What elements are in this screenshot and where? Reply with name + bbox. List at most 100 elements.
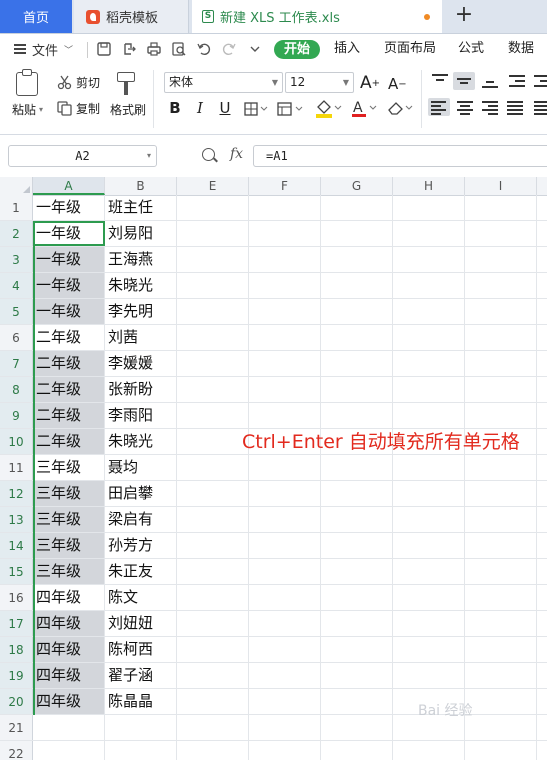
- cell-empty[interactable]: [465, 559, 537, 584]
- row-header[interactable]: 21: [0, 715, 33, 740]
- cell-empty[interactable]: [321, 533, 393, 558]
- cell-a[interactable]: 四年级: [33, 585, 105, 610]
- cell-a[interactable]: 二年级: [33, 429, 105, 454]
- cell-empty[interactable]: [393, 637, 465, 662]
- column-header-i[interactable]: I: [465, 177, 537, 195]
- cell-a[interactable]: 一年级: [33, 273, 105, 298]
- cell-empty[interactable]: [249, 195, 321, 220]
- align-bottom-icon[interactable]: [480, 72, 500, 90]
- cell-empty[interactable]: [177, 481, 249, 506]
- cell-b[interactable]: 孙芳方: [105, 533, 177, 558]
- cell-empty[interactable]: [321, 273, 393, 298]
- cell-empty[interactable]: [393, 351, 465, 376]
- cell-a[interactable]: 三年级: [33, 455, 105, 480]
- cell-empty[interactable]: [249, 455, 321, 480]
- cell-empty[interactable]: [177, 663, 249, 688]
- cell-b[interactable]: 李先明: [105, 299, 177, 324]
- row-header[interactable]: 8: [0, 377, 33, 402]
- cell-empty[interactable]: [321, 637, 393, 662]
- new-tab-button[interactable]: +: [452, 4, 476, 28]
- row-header[interactable]: 18: [0, 637, 33, 662]
- cell-empty[interactable]: [321, 507, 393, 532]
- cell-empty[interactable]: [177, 455, 249, 480]
- cell-a[interactable]: 一年级: [33, 247, 105, 272]
- cell-empty[interactable]: [249, 299, 321, 324]
- print-preview-icon[interactable]: [172, 42, 186, 56]
- cell-a[interactable]: 一年级: [33, 195, 105, 220]
- cell-empty[interactable]: [177, 637, 249, 662]
- cell-empty[interactable]: [177, 533, 249, 558]
- cell-empty[interactable]: [321, 455, 393, 480]
- italic-button[interactable]: I: [190, 98, 210, 118]
- cell-empty[interactable]: [321, 377, 393, 402]
- cell-b[interactable]: 刘易阳: [105, 221, 177, 246]
- align-right-icon[interactable]: [480, 98, 500, 116]
- cell-empty[interactable]: [393, 325, 465, 350]
- row-header[interactable]: 14: [0, 533, 33, 558]
- row-header[interactable]: 20: [0, 689, 33, 714]
- cell-empty[interactable]: [177, 247, 249, 272]
- cell-empty[interactable]: [465, 741, 537, 760]
- cell-empty[interactable]: [393, 585, 465, 610]
- cell-a[interactable]: [33, 715, 105, 740]
- cell-empty[interactable]: [465, 273, 537, 298]
- cell-empty[interactable]: [177, 611, 249, 636]
- cell-empty[interactable]: [321, 715, 393, 740]
- copy-button[interactable]: 复制: [57, 100, 100, 117]
- cell-empty[interactable]: [249, 403, 321, 428]
- cell-empty[interactable]: [465, 325, 537, 350]
- tab-home[interactable]: 首页: [0, 0, 72, 33]
- cell-a[interactable]: [33, 741, 105, 760]
- cell-b[interactable]: 李媛媛: [105, 351, 177, 376]
- cell-b[interactable]: 刘妞妞: [105, 611, 177, 636]
- format-painter-icon[interactable]: [117, 72, 135, 96]
- tab-document[interactable]: S 新建 XLS 工作表.xls: [192, 0, 442, 33]
- cell-empty[interactable]: [465, 403, 537, 428]
- cell-empty[interactable]: [393, 403, 465, 428]
- cell-empty[interactable]: [465, 715, 537, 740]
- increase-font-size-icon[interactable]: A +: [360, 73, 380, 93]
- cell-empty[interactable]: [321, 559, 393, 584]
- cell-b[interactable]: 李雨阳: [105, 403, 177, 428]
- cell-empty[interactable]: [249, 377, 321, 402]
- cell-empty[interactable]: [249, 351, 321, 376]
- cell-empty[interactable]: [177, 351, 249, 376]
- cell-a[interactable]: 四年级: [33, 663, 105, 688]
- cell-a[interactable]: 二年级: [33, 351, 105, 376]
- cell-empty[interactable]: [249, 273, 321, 298]
- cell-empty[interactable]: [393, 221, 465, 246]
- cell-empty[interactable]: [393, 247, 465, 272]
- cell-empty[interactable]: [465, 533, 537, 558]
- cell-empty[interactable]: [465, 663, 537, 688]
- cell-a[interactable]: 二年级: [33, 403, 105, 428]
- fill-color-icon[interactable]: [314, 99, 342, 119]
- more-chevron-icon[interactable]: [248, 42, 262, 56]
- cut-button[interactable]: 剪切: [57, 74, 100, 91]
- row-header[interactable]: 5: [0, 299, 33, 324]
- cell-empty[interactable]: [465, 481, 537, 506]
- cell-empty[interactable]: [321, 663, 393, 688]
- cell-empty[interactable]: [393, 299, 465, 324]
- cell-a[interactable]: 一年级: [33, 299, 105, 324]
- row-header[interactable]: 22: [0, 741, 33, 760]
- column-header-f[interactable]: F: [249, 177, 321, 195]
- clear-eraser-icon[interactable]: [386, 99, 416, 119]
- align-top-icon[interactable]: [430, 72, 450, 90]
- decrease-font-size-icon[interactable]: A −: [388, 75, 407, 93]
- row-header[interactable]: 17: [0, 611, 33, 636]
- cell-empty[interactable]: [321, 195, 393, 220]
- align-center-icon[interactable]: [455, 98, 475, 116]
- cell-b[interactable]: 陈柯西: [105, 637, 177, 662]
- cell-empty[interactable]: [321, 221, 393, 246]
- cell-empty[interactable]: [249, 481, 321, 506]
- column-header-h[interactable]: H: [393, 177, 465, 195]
- cell-b[interactable]: 陈文: [105, 585, 177, 610]
- cell-a[interactable]: 三年级: [33, 481, 105, 506]
- cell-empty[interactable]: [177, 299, 249, 324]
- cell-empty[interactable]: [249, 533, 321, 558]
- cell-empty[interactable]: [393, 455, 465, 480]
- column-header-g[interactable]: G: [321, 177, 393, 195]
- cell-empty[interactable]: [465, 689, 537, 714]
- cell-b[interactable]: 梁启有: [105, 507, 177, 532]
- align-left-icon[interactable]: [428, 98, 450, 116]
